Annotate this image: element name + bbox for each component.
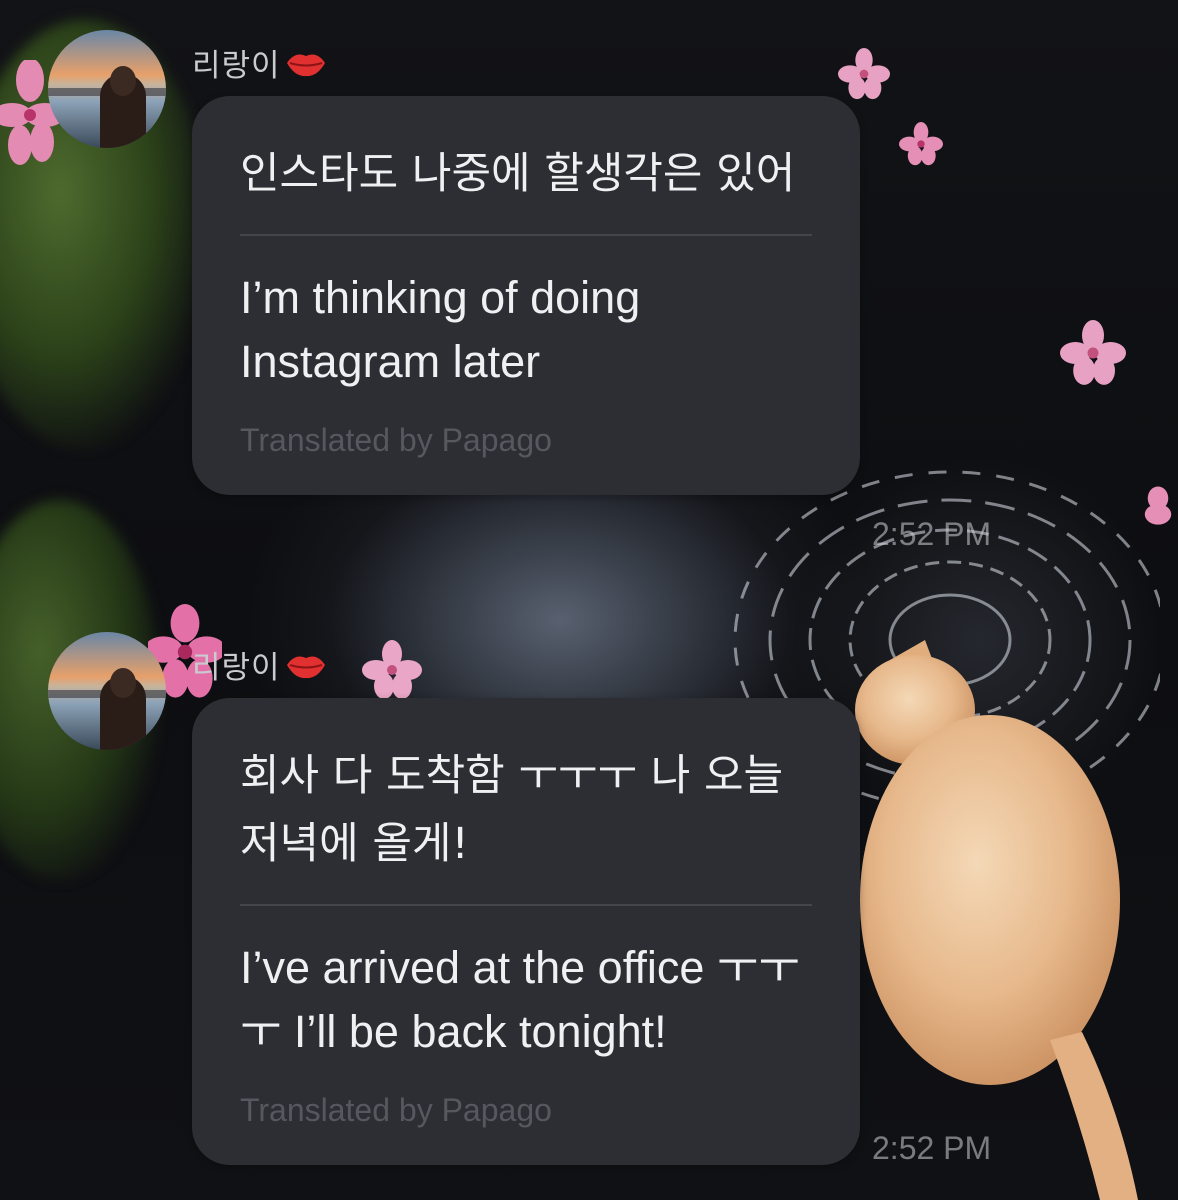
message-bubble[interactable]: 회사 다 도착함 ㅜㅜㅜ 나 오늘 저녁에 올게! I’ve arrived a…	[192, 698, 860, 1165]
translation-attribution: Translated by Papago	[240, 422, 552, 458]
kiss-lips-icon	[286, 54, 325, 76]
translation-divider	[240, 904, 812, 906]
message-timestamp: 2:52 PM	[872, 1130, 992, 1166]
message-bubble[interactable]: 인스타도 나중에 할생각은 있어 I’m thinking of doing I…	[192, 96, 860, 495]
message-original-text: 회사 다 도착함 ㅜㅜㅜ 나 오늘 저녁에 올게!	[240, 751, 784, 869]
flower-decoration	[1060, 320, 1126, 385]
avatar[interactable]	[48, 30, 166, 148]
avatar[interactable]	[48, 632, 166, 750]
flower-decoration	[899, 122, 943, 166]
kiss-lips-icon	[286, 656, 325, 678]
sender-name: 리랑이	[192, 48, 281, 84]
translation-divider	[240, 234, 812, 236]
flower-decoration	[362, 640, 422, 699]
cat-photo	[855, 640, 1138, 1200]
message-translated-text: I’m thinking of doing Instagram later	[240, 272, 641, 387]
translation-attribution: Translated by Papago	[240, 1092, 552, 1128]
sender-label: 리랑이	[192, 40, 327, 85]
flower-decoration	[1144, 486, 1172, 525]
sender-name: 리랑이	[192, 650, 281, 686]
message-translated-text: I’ve arrived at the office ㅜㅜㅜ I’ll be b…	[240, 942, 800, 1057]
flower-decoration	[838, 48, 890, 100]
message-timestamp: 2:52 PM	[872, 516, 992, 552]
sender-label: 리랑이	[192, 642, 327, 687]
message-original-text: 인스타도 나중에 할생각은 있어	[240, 149, 796, 199]
